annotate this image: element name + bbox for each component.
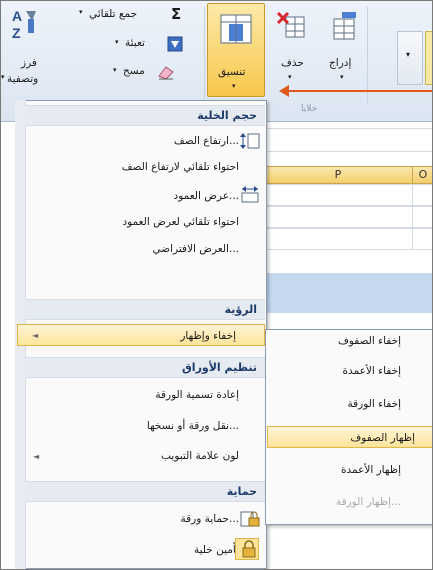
submenu-item-hide-columns[interactable]: إخفاء الأعمدة <box>269 360 419 382</box>
menu-item-hide-unhide[interactable]: إخفاء وإظهار ◄ <box>17 324 265 346</box>
sort-filter-label: فرز <box>21 57 37 69</box>
sigma-icon: Σ <box>171 5 182 23</box>
chevron-down-icon: ▾ <box>288 73 292 81</box>
cell-styles-button[interactable]: ▾ <box>397 31 423 85</box>
format-cells-icon <box>220 14 252 44</box>
menu-item-row-height[interactable]: ارتفاع الصف... <box>25 130 239 152</box>
chevron-down-icon: ▾ <box>232 82 236 90</box>
selected-area <box>263 273 432 313</box>
menu-header-cell-size: حجم الخلية <box>25 105 265 126</box>
menu-item-col-width[interactable]: عرض العمود... <box>25 185 239 207</box>
separator <box>204 7 205 103</box>
chevron-down-icon: ▾ <box>406 50 411 59</box>
delete-button[interactable]: حذف ▾ <box>269 5 313 97</box>
lock-icon <box>242 540 256 558</box>
menu-header-visibility: الرؤية <box>25 299 265 320</box>
submenu-arrow-icon: ◄ <box>33 452 40 461</box>
annotation-arrow <box>287 90 432 92</box>
style-swatch[interactable] <box>425 31 432 85</box>
delete-label: حذف <box>281 57 304 69</box>
cell[interactable] <box>263 206 413 228</box>
chevron-down-icon: ▾ <box>115 38 119 46</box>
sort-filter-button[interactable]: A Z فرز وتصفية ▾ <box>1 5 45 97</box>
fill-button[interactable]: ▾ تعبئة <box>105 33 203 55</box>
fill-label: تعبئة <box>125 37 145 49</box>
submenu-item-unhide-columns[interactable]: إظهار الأعمدة <box>269 459 419 481</box>
submenu-item-hide-sheet[interactable]: إخفاء الورقة <box>269 393 419 415</box>
menu-item-autofit-row[interactable]: احتواء تلقائي لارتفاع الصف <box>25 156 239 178</box>
menu-header-protection: حماية <box>25 481 265 502</box>
format-button[interactable]: تنسيق ▾ <box>207 3 265 97</box>
formula-bar[interactable] <box>263 128 432 152</box>
chevron-down-icon: ▾ <box>79 8 83 16</box>
eraser-icon <box>158 66 174 80</box>
column-width-icon <box>241 186 259 203</box>
insert-label: إدراج <box>329 57 352 69</box>
menu-item-rename-sheet[interactable]: إعادة تسمية الورقة <box>25 384 239 406</box>
menu-item-lock-cell[interactable]: تأمين خلية <box>25 539 239 561</box>
menu-item-move-copy[interactable]: نقل ورقة أو نسخها... <box>25 415 239 437</box>
submenu-item-unhide-sheet[interactable]: إظهار الورقة... <box>269 491 419 513</box>
insert-cells-icon <box>333 12 356 40</box>
menu-item-autofit-col[interactable]: احتواء تلقائي لعرض العمود <box>25 211 239 233</box>
annotation-arrow-head <box>279 85 289 97</box>
svg-text:A: A <box>12 8 22 24</box>
chevron-down-icon: ▾ <box>340 73 344 81</box>
menu-header-organize-sheets: تنظيم الأوراق <box>25 357 265 378</box>
chevron-down-icon: ▾ <box>113 66 117 74</box>
menu-item-protect-sheet[interactable]: حماية ورقة... <box>25 508 239 530</box>
cell[interactable] <box>263 184 413 206</box>
autosum-label: جمع تلقائي <box>89 8 138 20</box>
insert-button[interactable]: إدراج ▾ <box>321 5 365 97</box>
menu-item-tab-color[interactable]: لون علامة التبويب <box>25 445 239 467</box>
column-header-o[interactable]: O <box>412 166 432 184</box>
chevron-down-icon: ▾ <box>1 73 5 81</box>
cell[interactable] <box>412 184 432 206</box>
clear-label: مسح <box>123 65 145 77</box>
clear-button[interactable]: ▾ مسح <box>109 61 203 83</box>
sort-az-icon: A Z <box>12 8 36 41</box>
autosum-button[interactable]: ▾ جمع تلقائي Σ <box>75 5 203 27</box>
svg-text:Z: Z <box>12 25 21 41</box>
submenu-arrow-icon: ◄ <box>32 331 39 340</box>
separator <box>367 7 368 103</box>
protect-sheet-icon <box>240 511 260 527</box>
format-label: تنسيق <box>218 66 246 78</box>
cells-group-label: خلايا <box>301 104 318 114</box>
cell[interactable] <box>412 228 432 250</box>
cell[interactable] <box>412 206 432 228</box>
cell[interactable] <box>263 228 413 250</box>
menu-item-default-width[interactable]: العرض الافتراضي... <box>25 238 240 260</box>
sort-filter-label-2: وتصفية <box>7 73 39 85</box>
window-frame: A Z فرز وتصفية ▾ ▾ جمع تلقائي Σ ▾ تعبئة … <box>0 0 433 570</box>
row-height-icon <box>240 133 260 149</box>
delete-cells-icon <box>276 11 305 38</box>
fill-down-icon <box>167 36 183 52</box>
hide-unhide-label: إخفاء وإظهار <box>180 330 236 342</box>
submenu-item-hide-rows[interactable]: إخفاء الصفوف <box>269 330 419 352</box>
column-header-p[interactable]: P <box>263 166 413 184</box>
submenu-item-unhide-rows[interactable]: إظهار الصفوف <box>267 426 432 448</box>
